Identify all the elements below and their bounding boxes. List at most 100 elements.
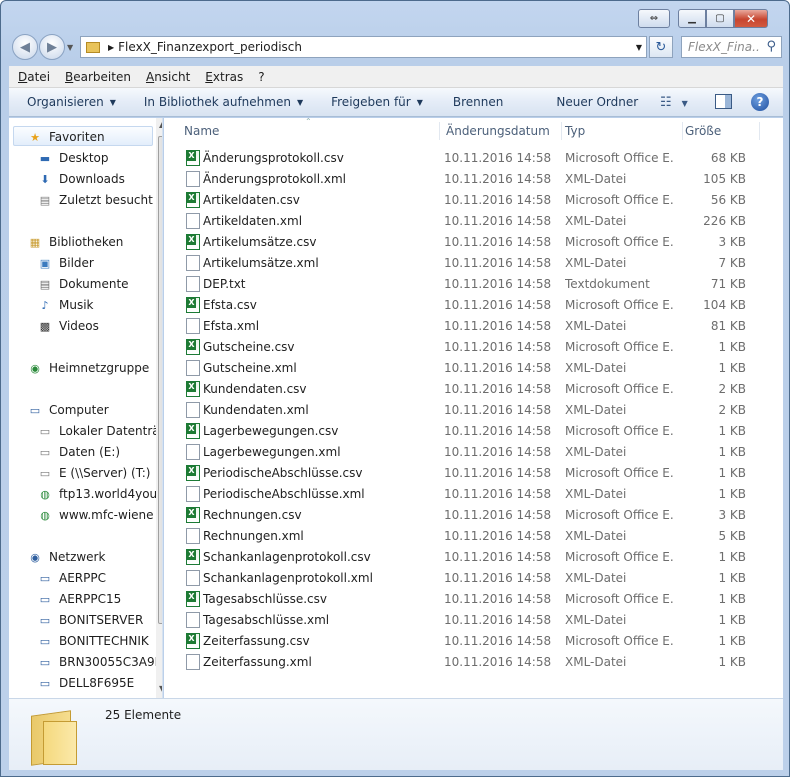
file-row[interactable]: Efsta.csv 10.11.2016 14:58 Microsoft Offic… [182,295,772,316]
forward-button[interactable]: ▶ [39,34,65,60]
file-row[interactable]: Schankanlagenprotokoll.csv 10.11.2016 14:… [182,547,772,568]
nav-local-disk[interactable]: ▭ Lokaler Datenträger [37,421,162,441]
burn-button[interactable]: Brennen [453,95,503,109]
column-header-type[interactable]: Typ [565,122,683,140]
nav-bilder[interactable]: ▣ Bilder [37,253,94,273]
file-type: XML-Datei [565,361,627,375]
close-button[interactable]: ✕ [734,9,768,28]
address-dropdown-icon[interactable]: ▼ [636,43,642,52]
file-name: Efsta.csv [203,298,257,312]
file-row[interactable]: Rechnungen.csv 10.11.2016 14:58 Microsoft … [182,505,772,526]
nav-dokumente[interactable]: ▤ Dokumente [37,274,129,294]
file-row[interactable]: DEP.txt 10.11.2016 14:58 Textdokument 71 KB [182,274,772,295]
nav-brn30055c3a9d[interactable]: ▭ BRN30055C3A9D [37,652,162,672]
file-type: XML-Datei [565,571,627,585]
add-to-library-button[interactable]: In Bibliothek aufnehmen ▼ [144,95,303,109]
maximize-button[interactable]: ▢ [706,9,734,28]
nav-aerppc[interactable]: ▭ AERPPC [37,568,106,588]
share-label: Freigeben für [331,95,411,109]
column-header-name[interactable]: Name [184,122,440,140]
nav-bibliotheken[interactable]: ▦ Bibliotheken [27,232,124,252]
menu-extras[interactable]: Extras [205,70,243,84]
file-name: Zeiterfassung.xml [203,655,312,669]
preview-pane-button[interactable] [715,94,732,109]
nav-computer[interactable]: ▭ Computer [27,400,109,420]
file-row[interactable]: PeriodischeAbschlüsse.xml 10.11.2016 14:5… [182,484,772,505]
snap-button[interactable]: ⇔ [638,9,670,28]
nav-label: BONITTECHNIK [59,634,149,648]
file-row[interactable]: Kundendaten.csv 10.11.2016 14:58 Microsoft… [182,379,772,400]
scroll-down-icon[interactable]: ▼ [159,684,162,693]
help-button[interactable]: ? [751,93,769,111]
file-type: Microsoft Office E... [565,634,673,648]
file-row[interactable]: Änderungsprotokoll.csv 10.11.2016 14:58 Mi… [182,148,772,169]
minimize-button[interactable]: ▁ [678,9,706,28]
file-row[interactable]: Gutscheine.xml 10.11.2016 14:58 XML-Datei 1… [182,358,772,379]
history-dropdown-icon[interactable]: ▼ [67,43,73,52]
file-size: 1 KB [718,571,746,585]
breadcrumb-current-folder[interactable]: FlexX_Finanzexport_periodisch [118,40,302,54]
nav-heimnetzgruppe[interactable]: ◉ Heimnetzgruppe [27,358,149,378]
nav-desktop[interactable]: ▬ Desktop [37,148,109,168]
column-header-date[interactable]: Änderungsdatum [446,122,562,140]
nav-server-t[interactable]: ▭ E (\\Server) (T:) [37,463,151,483]
nav-musik[interactable]: ♪ Musik [37,295,93,315]
file-row[interactable]: Artikelumsätze.csv 10.11.2016 14:58 Micros… [182,232,772,253]
nav-videos[interactable]: ▩ Videos [37,316,99,336]
nav-scroll-thumb[interactable] [158,136,162,624]
file-row[interactable]: Gutscheine.csv 10.11.2016 14:58 Microsoft … [182,337,772,358]
nav-ftp13[interactable]: ◍ ftp13.world4you. [37,484,161,504]
organize-button[interactable]: Organisieren ▼ [27,95,116,109]
file-row[interactable]: Zeiterfassung.csv 10.11.2016 14:58 Microso… [182,631,772,652]
nav-recent[interactable]: ▤ Zuletzt besucht [37,190,153,210]
search-input[interactable]: FlexX_Fina... ⚲ [681,36,782,58]
share-button[interactable]: Freigeben für ▼ [331,95,423,109]
file-row[interactable]: Efsta.xml 10.11.2016 14:58 XML-Datei 81 KB [182,316,772,337]
file-date: 10.11.2016 14:58 [444,193,552,207]
file-row[interactable]: Änderungsprotokoll.xml 10.11.2016 14:58 XM… [182,169,772,190]
nav-mfc-wiene[interactable]: ◍ www.mfc-wiene [37,505,153,525]
file-row[interactable]: Tagesabschlüsse.csv 10.11.2016 14:58 Micro… [182,589,772,610]
file-row[interactable]: PeriodischeAbschlüsse.csv 10.11.2016 14:5… [182,463,772,484]
address-bar[interactable]: ▶ FlexX_Finanzexport_periodisch ▼ [80,36,647,58]
search-icon[interactable]: ⚲ [766,39,776,54]
recent-places-icon: ▤ [39,193,51,207]
nav-daten-e[interactable]: ▭ Daten (E:) [37,442,120,462]
file-row[interactable]: Lagerbewegungen.xml 10.11.2016 14:58 XML-D… [182,442,772,463]
file-row[interactable]: Kundendaten.xml 10.11.2016 14:58 XML-Datei… [182,400,772,421]
nav-downloads[interactable]: ⬇ Downloads [37,169,125,189]
file-size: 5 KB [718,529,746,543]
file-name: Zeiterfassung.csv [203,634,310,648]
menu-datei[interactable]: Datei [18,70,50,84]
file-name: Rechnungen.csv [203,508,302,522]
file-size: 1 KB [718,487,746,501]
nav-favoriten[interactable]: ★ Favoriten [27,127,105,147]
nav-bonittechnik[interactable]: ▭ BONITTECHNIK [37,631,149,651]
nav-bonitserver[interactable]: ▭ BONITSERVER [37,610,144,630]
file-row[interactable]: Rechnungen.xml 10.11.2016 14:58 XML-Datei 5… [182,526,772,547]
file-row[interactable]: Artikeldaten.csv 10.11.2016 14:58 Microsof… [182,190,772,211]
nav-scrollbar[interactable]: ▲ ▼ [156,118,162,698]
file-row[interactable]: Tagesabschlüsse.xml 10.11.2016 14:58 XML-D… [182,610,772,631]
refresh-button[interactable]: ↻ [649,36,673,58]
view-options-button[interactable]: ☷ ▼ [660,95,688,110]
file-row[interactable]: Artikelumsätze.xml 10.11.2016 14:58 XML-Da… [182,253,772,274]
window-controls: ⇔ ▁ ▢ ✕ [638,9,768,28]
file-row[interactable]: Zeiterfassung.xml 10.11.2016 14:58 XML-Dat… [182,652,772,673]
library-label: In Bibliothek aufnehmen [143,95,291,109]
breadcrumb-chevron-icon[interactable]: ▶ [108,43,114,52]
column-header-size[interactable]: Größe [685,122,760,140]
menu-ansicht[interactable]: Ansicht [146,70,190,84]
menu-help[interactable]: ? [258,70,264,84]
new-folder-button[interactable]: Neuer Ordner [556,95,638,109]
nav-aerppc15[interactable]: ▭ AERPPC15 [37,589,121,609]
scroll-up-icon[interactable]: ▲ [159,120,162,129]
file-row[interactable]: Artikeldaten.xml 10.11.2016 14:58 XML-Date… [182,211,772,232]
nav-netzwerk[interactable]: ◉ Netzwerk [27,547,105,567]
nav-label: BONITSERVER [59,613,144,627]
menu-bearbeiten[interactable]: Bearbeiten [65,70,131,84]
file-row[interactable]: Lagerbewegungen.csv 10.11.2016 14:58 Micro… [182,421,772,442]
nav-dell8f695e[interactable]: ▭ DELL8F695E [37,673,134,693]
file-row[interactable]: Schankanlagenprotokoll.xml 10.11.2016 14:… [182,568,772,589]
back-button[interactable]: ◀ [12,34,38,60]
